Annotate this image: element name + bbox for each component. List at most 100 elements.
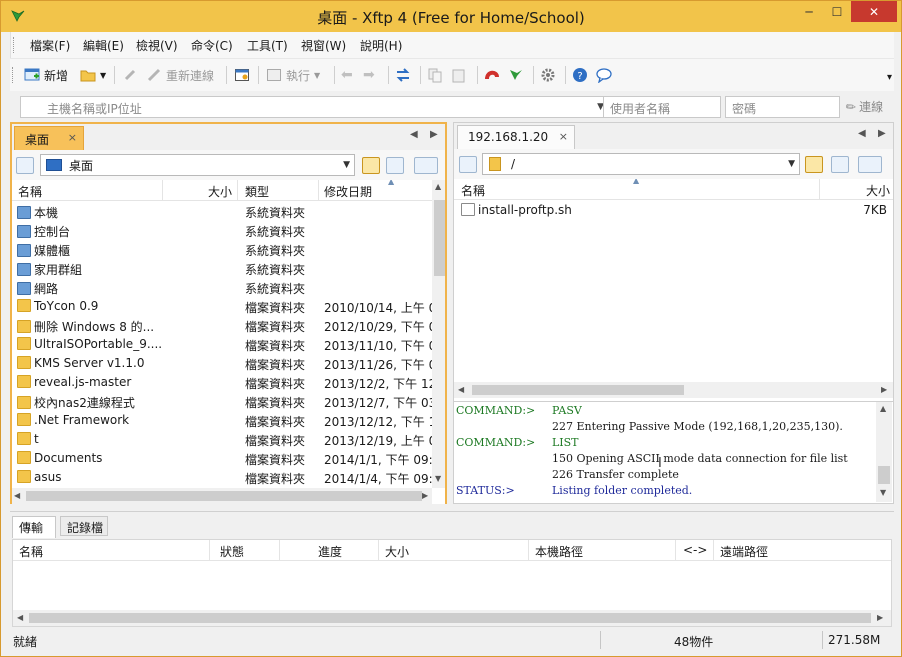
scroll-up-icon[interactable]: ▲ [435, 182, 441, 191]
scroll-up-icon[interactable]: ▲ [880, 404, 886, 413]
title-bar[interactable]: 桌面 - Xftp 4 (Free for Home/School) ─ ☐ ✕ [1, 1, 901, 32]
column-divider[interactable] [237, 180, 238, 201]
back-button[interactable]: ⬅ [341, 65, 353, 85]
copy-button[interactable] [427, 65, 443, 85]
local-hscroll-thumb[interactable] [26, 491, 422, 501]
tab-next-icon[interactable]: ▶ [430, 129, 438, 140]
local-path-dropdown-icon[interactable]: ▼ [343, 160, 350, 170]
table-row[interactable]: 控制台 系統資料夾 [12, 221, 432, 240]
col-name[interactable]: 名稱 [461, 182, 485, 199]
table-row[interactable]: ToYcon 0.9 檔案資料夾 2010/10/14, 上午 0 [12, 297, 432, 316]
new-session-button[interactable]: 新增 [24, 65, 68, 85]
remote-toggle-tree-icon[interactable] [459, 156, 477, 173]
col-direction[interactable]: <-> [683, 543, 707, 557]
table-row[interactable]: 家用群組 系統資料夾 [12, 259, 432, 278]
col-local-path[interactable]: 本機路徑 [535, 543, 583, 560]
local-scroll-thumb[interactable] [434, 200, 445, 276]
local-toggle-tree-icon[interactable] [16, 157, 34, 174]
transfer-horizontal-scrollbar[interactable]: ◀ ▶ [13, 610, 891, 626]
password-input[interactable]: 密碼 [725, 96, 840, 118]
column-divider[interactable] [819, 179, 820, 200]
table-row[interactable]: 本機 系統資料夾 [12, 202, 432, 221]
menu-help[interactable]: 說明(H) [360, 37, 402, 54]
column-divider[interactable] [378, 540, 379, 561]
open-folder-dropdown-icon[interactable]: ▼ [100, 71, 106, 80]
view-mode-icon[interactable] [858, 156, 882, 173]
tab-prev-icon[interactable]: ◀ [410, 129, 418, 140]
menu-command[interactable]: 命令(C) [191, 37, 233, 54]
toolbar-overflow-icon[interactable]: ▾ [887, 72, 892, 83]
col-status[interactable]: 狀態 [220, 543, 244, 560]
close-tab-icon[interactable]: × [559, 130, 568, 143]
table-row[interactable]: reveal.js-master 檔案資料夾 2013/12/2, 下午 12 [12, 373, 432, 392]
refresh-icon[interactable] [831, 156, 849, 173]
scroll-left-icon[interactable]: ◀ [458, 385, 464, 394]
table-row[interactable]: Documents 檔案資料夾 2014/1/1, 下午 09:2 [12, 449, 432, 468]
menu-grip[interactable] [13, 37, 17, 53]
table-row[interactable]: asus 檔案資料夾 2014/1/4, 下午 09:2 [12, 468, 432, 487]
column-divider[interactable] [162, 180, 163, 201]
tab-prev-icon[interactable]: ◀ [858, 128, 866, 139]
local-vertical-scrollbar[interactable]: ▲ ▼ [432, 180, 445, 488]
username-input[interactable]: 使用者名稱 [603, 96, 721, 118]
log-vertical-scrollbar[interactable]: ▲ ▼ [876, 402, 892, 502]
parent-folder-icon[interactable] [805, 156, 823, 173]
table-row[interactable]: KMS Server v1.1.0 檔案資料夾 2013/11/26, 下午 0 [12, 354, 432, 373]
remote-path-dropdown-icon[interactable]: ▼ [788, 159, 795, 169]
col-modified[interactable]: 修改日期 [324, 183, 372, 200]
scroll-right-icon[interactable]: ▶ [422, 491, 428, 500]
maximize-button[interactable]: ☐ [824, 1, 850, 22]
col-size[interactable]: 大小 [866, 182, 890, 199]
column-divider[interactable] [209, 540, 210, 561]
toolbar-grip[interactable] [12, 67, 16, 83]
refresh-icon[interactable] [386, 157, 404, 174]
col-size[interactable]: 大小 [385, 543, 409, 560]
forward-button[interactable]: ➡ [363, 65, 375, 85]
transfer-hscroll-thumb[interactable] [29, 613, 871, 623]
remote-path-input[interactable]: / ▼ [482, 153, 800, 175]
log-scroll-thumb[interactable] [878, 466, 890, 484]
scroll-left-icon[interactable]: ◀ [17, 613, 23, 622]
options-button[interactable] [540, 65, 556, 85]
table-row[interactable]: install-proftp.sh 7KB [454, 201, 893, 220]
parent-folder-icon[interactable] [362, 157, 380, 174]
execute-button[interactable]: 執行 ▼ [266, 65, 320, 85]
tab-log[interactable]: 記錄檔 [60, 516, 108, 536]
chat-button[interactable] [596, 65, 612, 85]
xftp-button[interactable] [508, 65, 524, 85]
col-remote-path[interactable]: 遠端路徑 [720, 543, 768, 560]
scroll-down-icon[interactable]: ▼ [435, 474, 441, 483]
remote-hscroll-thumb[interactable] [472, 385, 684, 395]
col-name[interactable]: 名稱 [19, 543, 43, 560]
disconnect-button[interactable] [122, 65, 138, 85]
column-divider[interactable] [279, 540, 280, 561]
xshell-button[interactable] [484, 65, 500, 85]
column-divider[interactable] [675, 540, 676, 561]
host-input[interactable]: 主機名稱或IP位址 ▼ [20, 96, 608, 118]
column-divider[interactable] [713, 540, 714, 561]
minimize-button[interactable]: ─ [796, 1, 822, 22]
tab-local-desktop[interactable]: 桌面 × [14, 126, 84, 150]
menu-edit[interactable]: 編輯(E) [83, 37, 124, 54]
view-mode-icon[interactable] [414, 157, 438, 174]
table-row[interactable]: t 檔案資料夾 2013/12/19, 上午 0 [12, 430, 432, 449]
scroll-right-icon[interactable]: ▶ [877, 613, 883, 622]
tab-next-icon[interactable]: ▶ [878, 128, 886, 139]
properties-button[interactable] [234, 65, 250, 85]
close-tab-icon[interactable]: × [68, 131, 77, 144]
col-name[interactable]: 名稱 [18, 183, 42, 200]
scroll-left-icon[interactable]: ◀ [14, 491, 20, 500]
local-path-input[interactable]: 桌面 ▼ [40, 154, 355, 176]
table-row[interactable]: 刪除 Windows 8 的... 檔案資料夾 2012/10/29, 下午 0 [12, 316, 432, 335]
column-divider[interactable] [528, 540, 529, 561]
scroll-down-icon[interactable]: ▼ [880, 488, 886, 497]
table-row[interactable]: 網路 系統資料夾 [12, 278, 432, 297]
connect-button[interactable]: ✎ 連線 [843, 98, 883, 115]
remote-horizontal-scrollbar[interactable]: ◀ ▶ [454, 382, 893, 398]
scroll-right-icon[interactable]: ▶ [881, 385, 887, 394]
menu-window[interactable]: 視窗(W) [301, 37, 346, 54]
close-button[interactable]: ✕ [851, 1, 897, 22]
local-horizontal-scrollbar[interactable]: ◀ ▶ [12, 488, 432, 504]
tab-remote-server[interactable]: 192.168.1.20 × [457, 125, 575, 149]
col-size[interactable]: 大小 [208, 183, 232, 200]
